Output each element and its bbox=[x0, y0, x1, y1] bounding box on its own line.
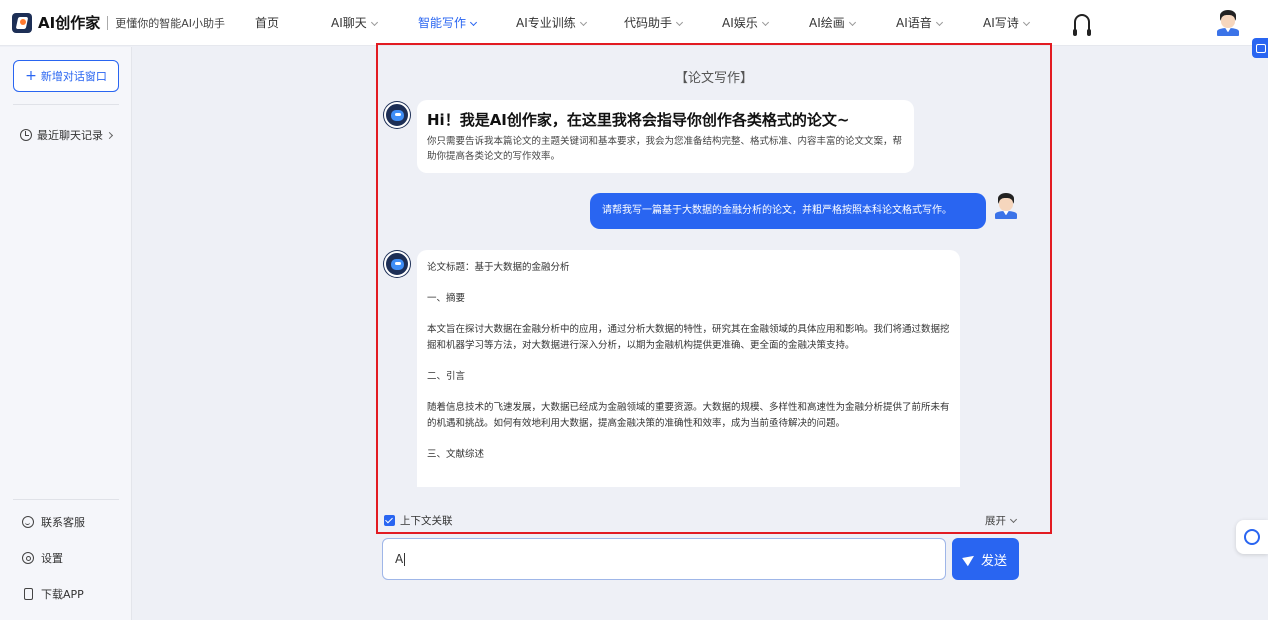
nav-item-label: AI娱乐 bbox=[722, 16, 758, 30]
chevron-down-icon bbox=[848, 18, 856, 27]
sidebar-divider bbox=[13, 499, 119, 500]
phone-icon bbox=[24, 588, 33, 600]
smile-icon bbox=[22, 516, 34, 528]
bot-reply-bubble: 论文标题：基于大数据的金融分析 一、摘要 本文旨在探讨大数据在金融分析中的应用，… bbox=[417, 250, 960, 487]
chevron-down-icon bbox=[1022, 18, 1030, 27]
brand-tagline: 更懂你的智能AI小助手 bbox=[115, 16, 225, 30]
recent-chats-label: 最近聊天记录 bbox=[37, 129, 103, 142]
chevron-down-icon bbox=[579, 18, 587, 27]
recent-chats-link[interactable]: 最近聊天记录 bbox=[20, 127, 114, 143]
sidebar-item-settings[interactable]: 设置 bbox=[22, 550, 63, 566]
assistant-float-icon[interactable] bbox=[1236, 520, 1268, 554]
reply-paragraph: 三、文献综述 bbox=[427, 449, 485, 460]
text-caret bbox=[404, 553, 406, 566]
sidebar-item-label: 联系客服 bbox=[41, 516, 85, 529]
reply-paragraph: 一、摘要 bbox=[427, 293, 466, 304]
chevron-down-icon bbox=[1009, 515, 1018, 524]
brand-name: AI创作家 bbox=[38, 14, 101, 32]
reply-paragraph: 本文旨在探讨大数据在金融分析中的应用，通过分析大数据的特性，研究其在金融领域的具… bbox=[427, 324, 950, 351]
nav-item-label: 首页 bbox=[255, 16, 280, 30]
sidebar-divider bbox=[13, 104, 119, 105]
expand-button[interactable]: 展开 bbox=[985, 513, 1018, 528]
reply-paragraph: 随着信息技术的飞速发展，大数据已经成为金融领域的重要资源。大数据的规模、多样性和… bbox=[427, 402, 950, 429]
context-toggle[interactable]: 上下文关联 bbox=[384, 513, 453, 528]
sidebar-item-label: 设置 bbox=[41, 552, 63, 565]
nav-item[interactable]: AI专业训练 bbox=[516, 0, 587, 46]
nav-item[interactable]: 代码助手 bbox=[624, 0, 684, 46]
nav-item-label: AI专业训练 bbox=[516, 16, 576, 30]
reply-paragraph: 论文标题：基于大数据的金融分析 bbox=[427, 262, 570, 273]
bot-avatar bbox=[384, 251, 410, 277]
chevron-down-icon bbox=[469, 18, 478, 27]
bot-avatar bbox=[384, 102, 410, 128]
nav-item[interactable]: AI语音 bbox=[896, 0, 943, 46]
greeting-bubble: Hi！我是AI创作家，在这里我将会指导你创作各类格式的论文~ 你只需要告诉我本篇… bbox=[417, 100, 914, 173]
plus-icon: + bbox=[25, 68, 37, 84]
send-button[interactable]: 发送 bbox=[952, 538, 1019, 580]
headset-icon[interactable] bbox=[1073, 14, 1091, 36]
nav-item[interactable]: AI写诗 bbox=[983, 0, 1030, 46]
greeting-title: Hi！我是AI创作家，在这里我将会指导你创作各类格式的论文~ bbox=[427, 111, 850, 129]
page-title: 【论文写作】 bbox=[674, 71, 753, 86]
nav-item-label: AI绘画 bbox=[809, 16, 845, 30]
nav-item[interactable]: 首页 bbox=[255, 0, 279, 46]
context-label: 上下文关联 bbox=[400, 515, 453, 527]
nav-item[interactable]: 智能写作 bbox=[418, 0, 478, 46]
chevron-down-icon bbox=[675, 18, 684, 27]
gear-icon bbox=[22, 552, 34, 564]
greeting-description: 你只需要告诉我本篇论文的主题关键词和基本要求，我会为您准备结构完整、格式标准、内… bbox=[427, 136, 903, 162]
user-message-bubble: 请帮我写一篇基于大数据的金融分析的论文，并粗严格按照本科论文格式写作。 bbox=[590, 193, 986, 229]
chevron-right-icon bbox=[105, 131, 114, 139]
nav-item-label: AI写诗 bbox=[983, 16, 1019, 30]
reply-paragraph: 二、引言 bbox=[427, 371, 466, 382]
translate-icon[interactable] bbox=[1252, 38, 1268, 58]
context-checkbox[interactable] bbox=[384, 515, 395, 526]
sidebar-item-download[interactable]: 下载APP bbox=[22, 586, 84, 602]
user-avatar bbox=[994, 193, 1018, 219]
nav-item[interactable]: AI聊天 bbox=[331, 0, 378, 46]
new-chat-button[interactable]: + 新增对话窗口 bbox=[13, 60, 119, 92]
nav-item-label: AI聊天 bbox=[331, 16, 367, 30]
send-icon bbox=[962, 551, 977, 567]
chat-panel: 【论文写作】 Hi！我是AI创作家，在这里我将会指导你创作各类格式的论文~ 你只… bbox=[376, 43, 1052, 534]
message-input[interactable]: A bbox=[382, 538, 946, 580]
chevron-down-icon bbox=[370, 18, 378, 27]
sidebar: + 新增对话窗口 最近聊天记录 联系客服 设置 下载APP bbox=[0, 47, 132, 620]
new-chat-label: 新增对话窗口 bbox=[40, 70, 107, 83]
chevron-down-icon bbox=[935, 18, 943, 27]
logo-divider bbox=[107, 15, 109, 30]
sidebar-item-support[interactable]: 联系客服 bbox=[22, 514, 85, 530]
nav-item[interactable]: AI娱乐 bbox=[722, 0, 769, 46]
brand-logo[interactable]: AI创作家 更懂你的智能AI小助手 bbox=[12, 12, 252, 33]
clock-icon bbox=[20, 129, 32, 141]
logo-icon bbox=[12, 12, 32, 33]
nav-item[interactable]: AI绘画 bbox=[809, 0, 856, 46]
avatar[interactable] bbox=[1216, 10, 1240, 36]
sidebar-item-label: 下载APP bbox=[41, 588, 84, 601]
nav-item-label: AI语音 bbox=[896, 16, 932, 30]
chevron-down-icon bbox=[761, 18, 769, 27]
message-input-value: A bbox=[395, 552, 404, 566]
send-label: 发送 bbox=[980, 553, 1007, 569]
expand-label: 展开 bbox=[985, 515, 1006, 527]
nav-item-label: 代码助手 bbox=[624, 16, 673, 30]
nav-item-label: 智能写作 bbox=[418, 16, 467, 30]
